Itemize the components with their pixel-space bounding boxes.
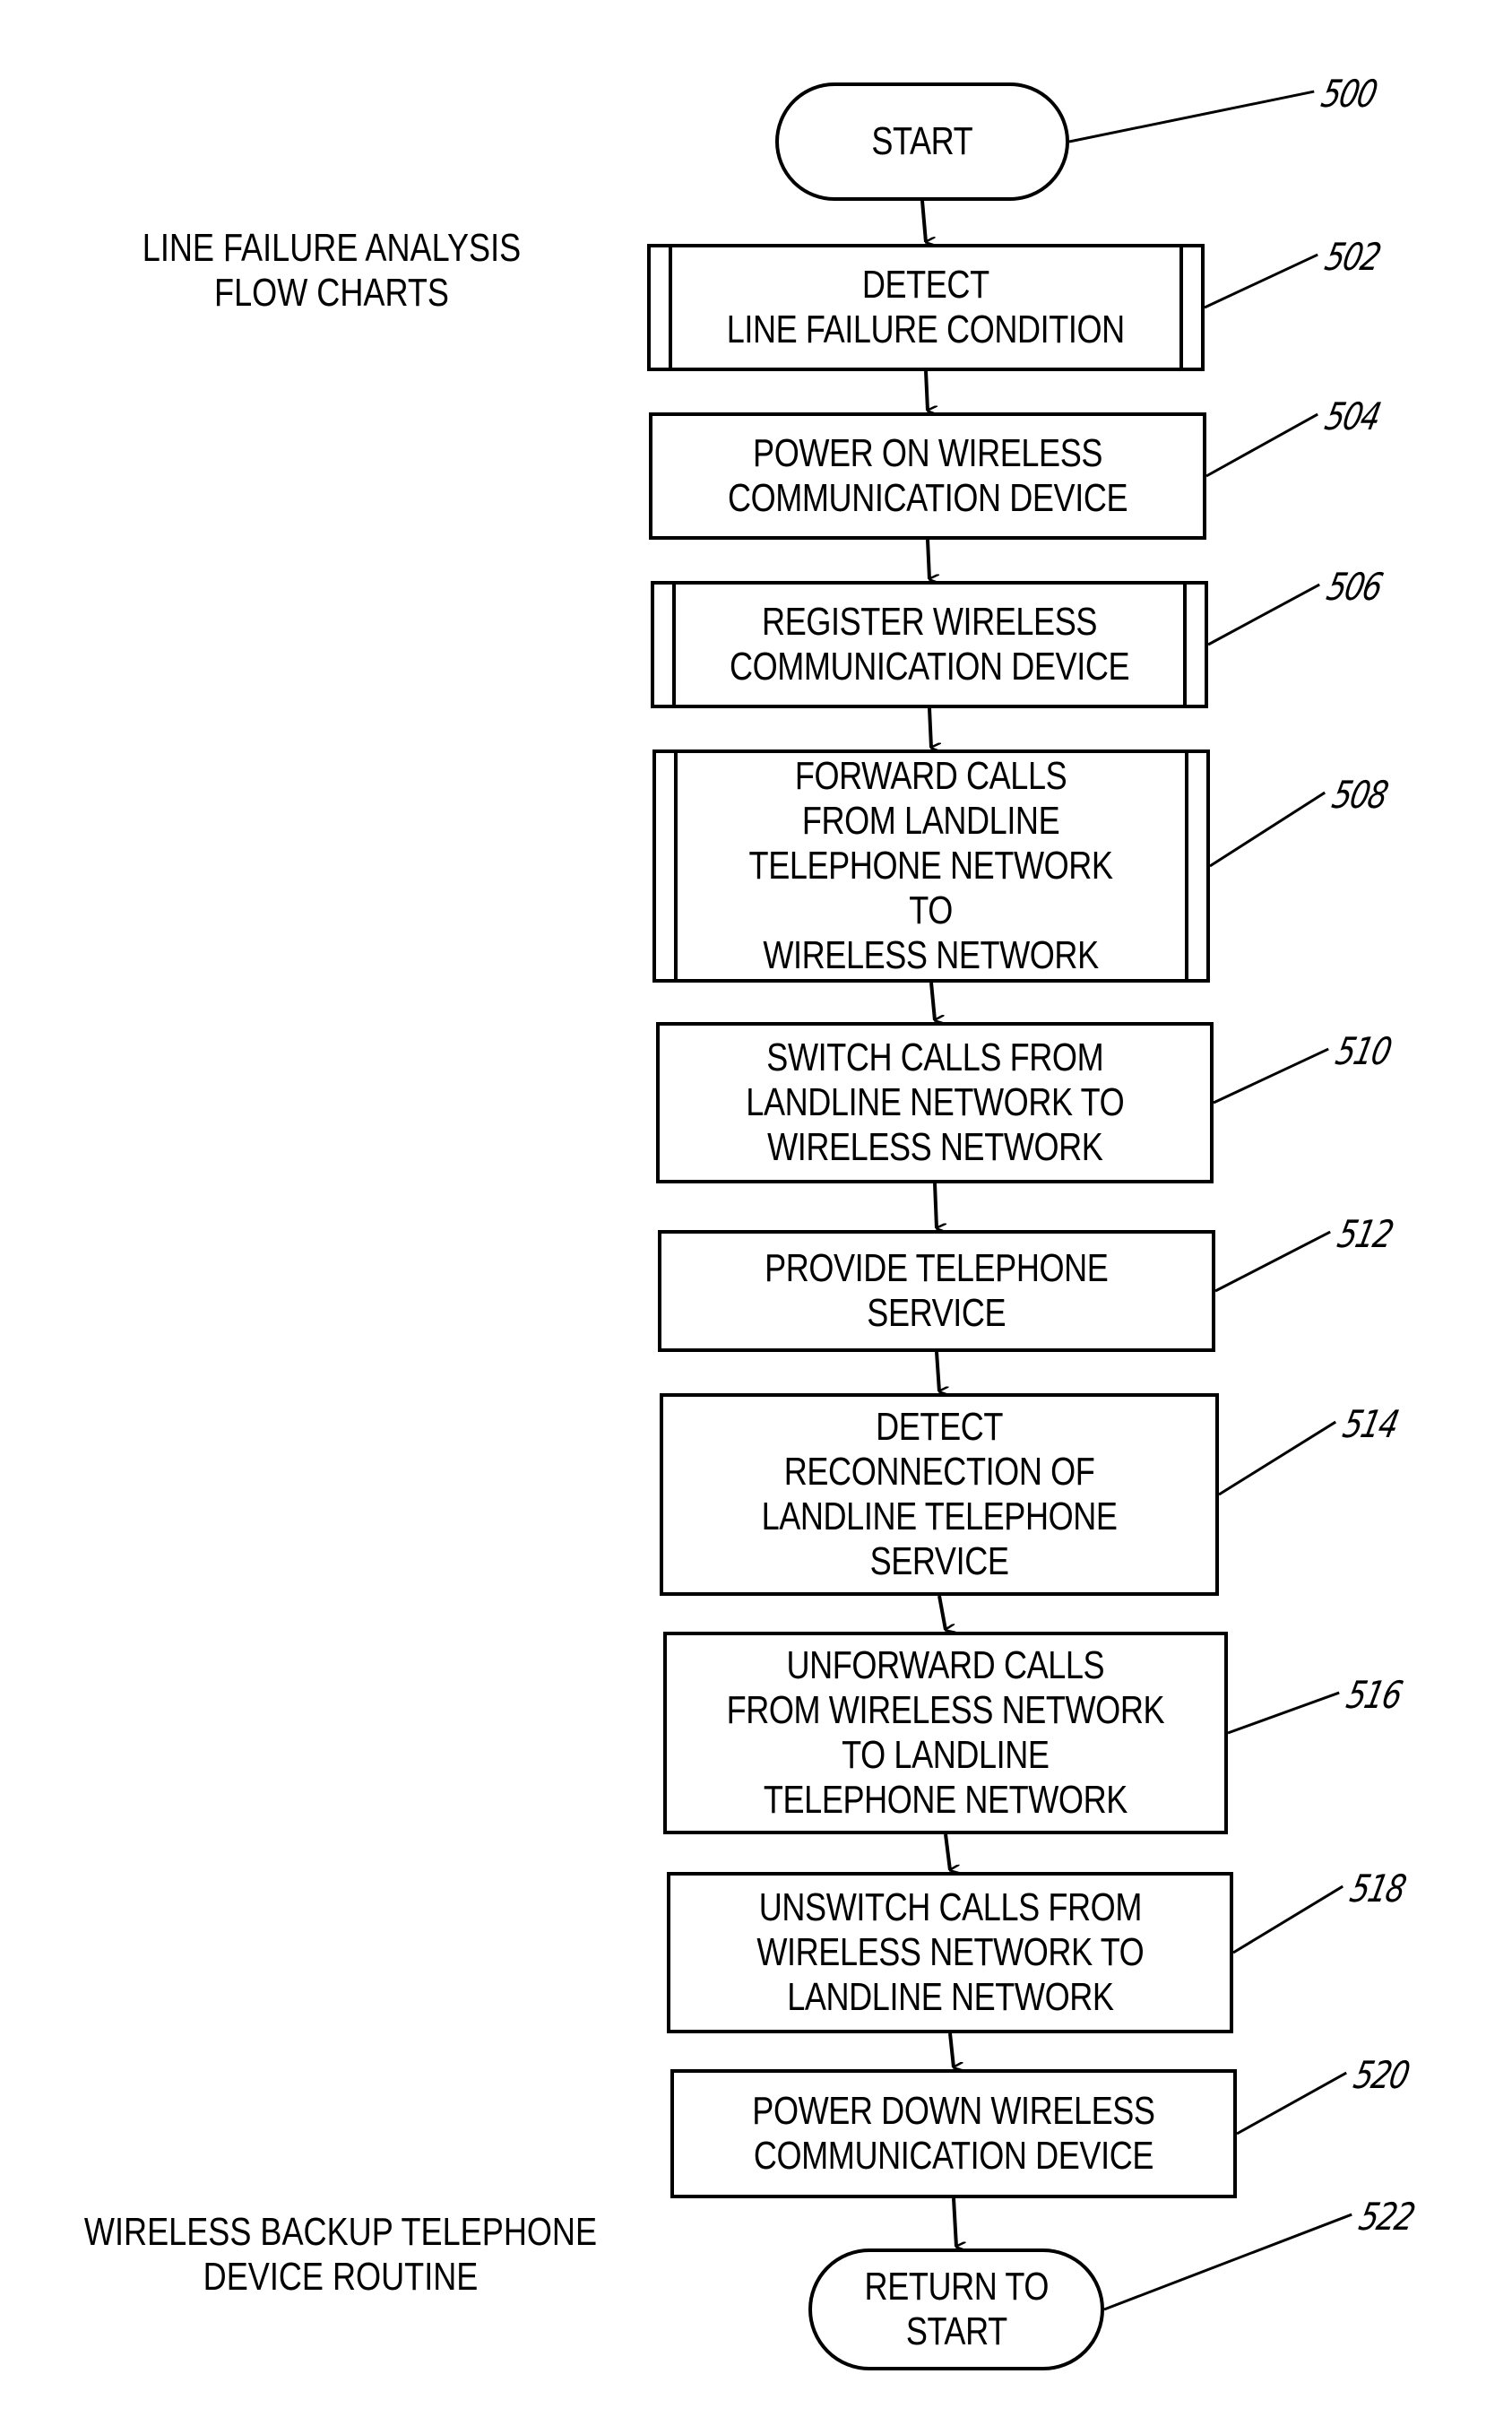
flow-arrow [920,200,926,242]
flow-arrow [928,707,931,748]
node-514-detect-reconnection: DETECT RECONNECTION OF LANDLINE TELEPHON… [660,1393,1219,1596]
node-506-register-device: REGISTER WIRELESS COMMUNICATION DEVICE [651,581,1208,708]
ref-500: 500 [1318,72,1380,116]
reference-leader-line [1204,253,1318,309]
node-522-return-to-start: RETURN TO START [808,2248,1104,2370]
node-512-provide-service: PROVIDE TELEPHONE SERVICE [658,1230,1215,1352]
node-520-power-down: POWER DOWN WIRELESS COMMUNICATION DEVICE [670,2069,1237,2198]
reference-leader-line [1205,412,1318,478]
reference-leader-line [1232,1884,1344,1954]
flow-arrow [944,1833,950,1870]
ref-510: 510 [1332,1029,1395,1073]
ref-504: 504 [1321,394,1384,438]
reference-leader-line [1207,583,1320,646]
reference-leader-line [1213,1047,1329,1105]
node-502-detect-line-failure: DETECT LINE FAILURE CONDITION [647,244,1205,371]
flow-arrow [929,982,935,1020]
ref-516: 516 [1343,1673,1405,1717]
reference-leader-line [1068,90,1315,143]
reference-leader-line [1236,2071,1347,2136]
ref-520: 520 [1350,2053,1413,2097]
ref-506: 506 [1323,565,1386,609]
node-510-switch-calls: SWITCH CALLS FROM LANDLINE NETWORK TO WI… [656,1022,1214,1183]
flow-arrow [952,2197,956,2247]
reference-leader-line [1218,1420,1337,1496]
ref-502: 502 [1321,235,1384,279]
ref-514: 514 [1339,1402,1402,1446]
reference-leader-line [1214,1230,1331,1293]
flow-arrow [948,2032,954,2067]
reference-leader-line [1227,1691,1340,1735]
ref-512: 512 [1334,1212,1396,1256]
reference-leader-line [1103,2213,1352,2311]
flow-arrow [924,370,928,411]
node-500-start: START [775,82,1069,201]
node-518-unswitch-calls: UNSWITCH CALLS FROM WIRELESS NETWORK TO … [667,1872,1233,2033]
node-504-power-on: POWER ON WIRELESS COMMUNICATION DEVICE [649,412,1206,540]
node-516-unforward-calls: UNFORWARD CALLS FROM WIRELESS NETWORK TO… [663,1632,1228,1834]
node-508-forward-calls: FORWARD CALLS FROM LANDLINE TELEPHONE NE… [652,749,1210,983]
ref-518: 518 [1346,1867,1409,1910]
ref-522: 522 [1355,2195,1418,2239]
flow-arrow [937,1595,946,1630]
flow-arrow [933,1183,937,1228]
reference-leader-line [1209,791,1326,868]
ref-508: 508 [1328,773,1391,817]
flow-arrow [935,1351,939,1391]
flow-arrow [926,539,929,579]
